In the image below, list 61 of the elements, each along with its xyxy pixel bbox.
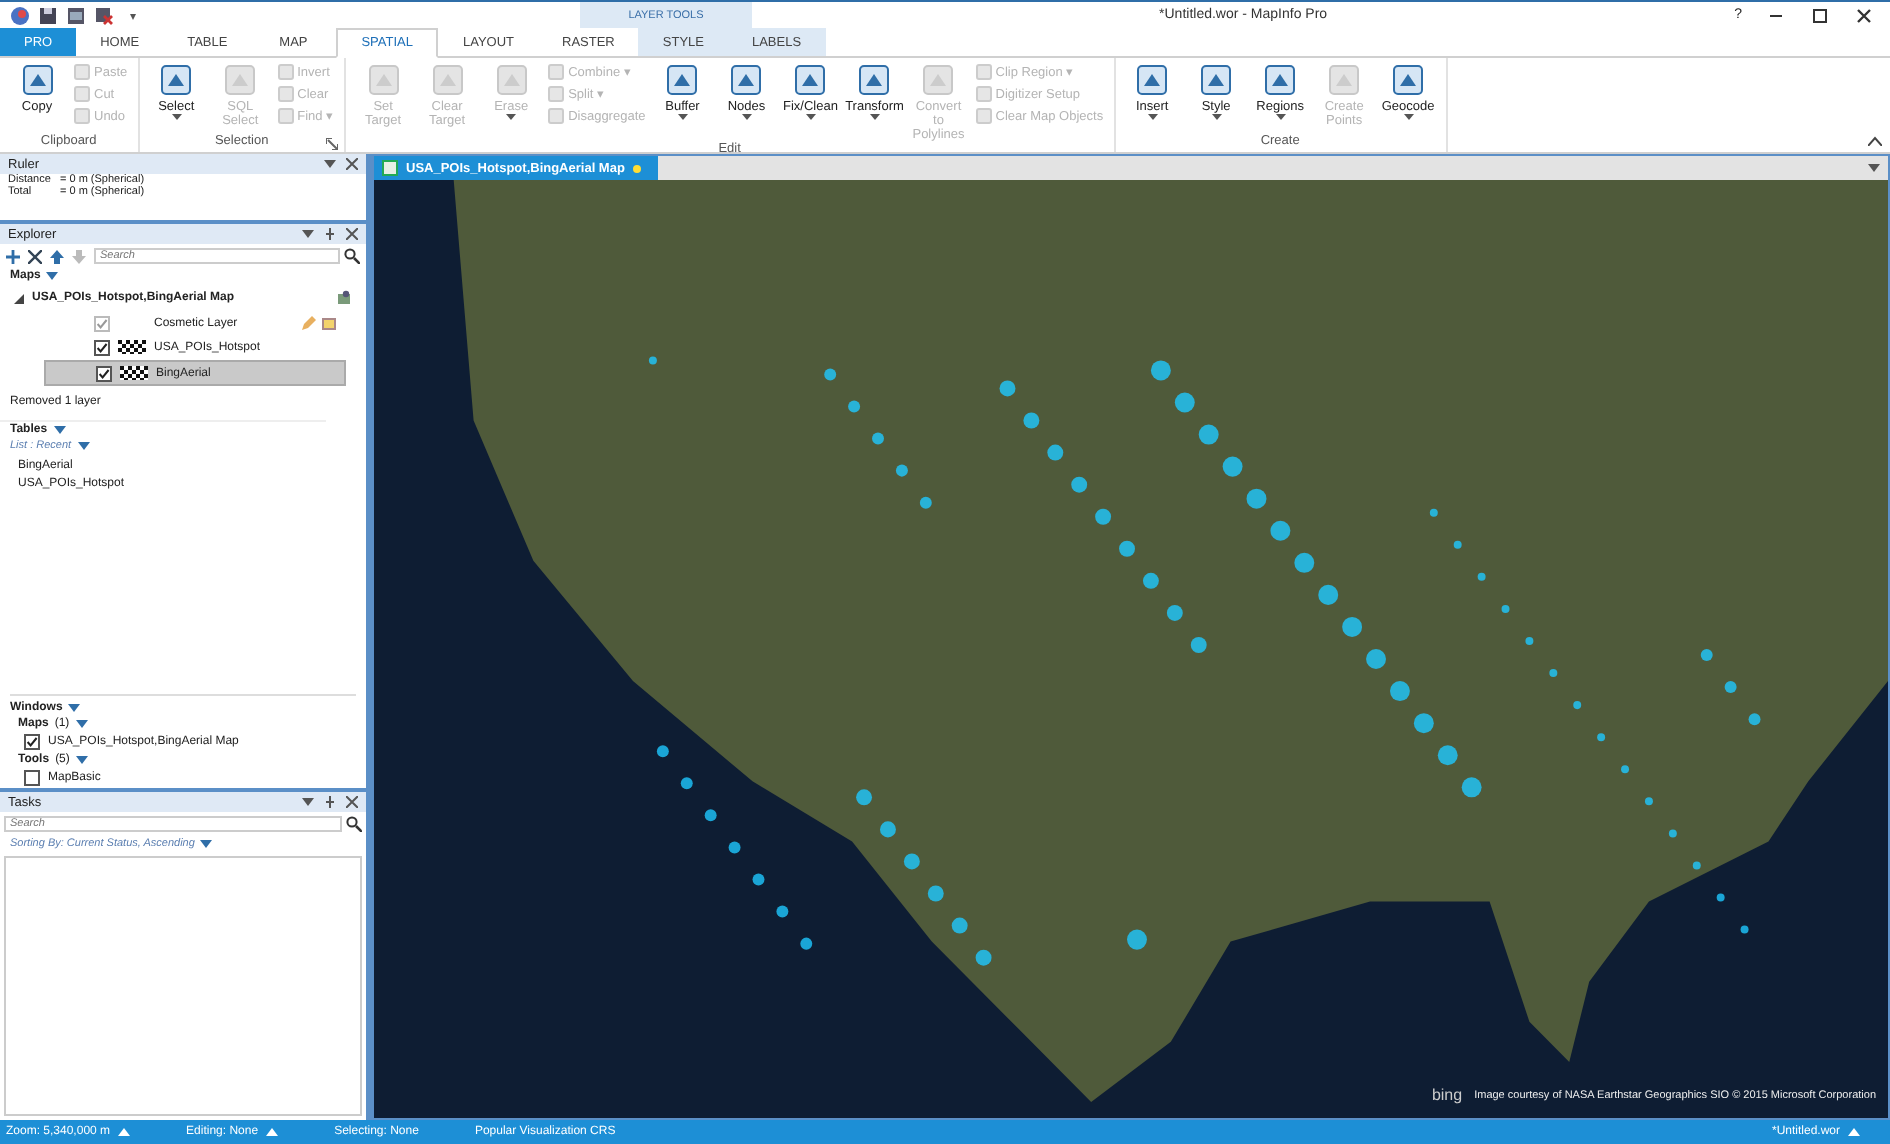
expand-arrow-icon[interactable]: [14, 293, 24, 303]
map-options-icon[interactable]: [336, 290, 352, 306]
close-icon[interactable]: [346, 228, 358, 240]
tool-icon: [728, 62, 765, 98]
close-icon[interactable]: [346, 796, 358, 808]
caret-icon[interactable]: [46, 272, 59, 280]
maximize-icon[interactable]: [1810, 5, 1830, 25]
close-window-icon[interactable]: [94, 5, 114, 25]
tool-icon: [664, 62, 701, 98]
caret-up-icon[interactable]: [118, 1128, 131, 1136]
search-icon: [344, 248, 360, 264]
checkbox[interactable]: [24, 770, 40, 786]
caret-icon: [1275, 114, 1286, 120]
checkered-layer-icon: [120, 366, 148, 380]
tool-icon: [1134, 62, 1171, 98]
window-icon[interactable]: [66, 5, 86, 25]
add-icon[interactable]: [6, 249, 20, 263]
label-icon[interactable]: [322, 315, 338, 331]
up-arrow-icon[interactable]: [50, 249, 64, 263]
caret-icon: [1403, 114, 1414, 120]
close-icon[interactable]: [346, 158, 358, 170]
dropdown-icon[interactable]: [302, 230, 314, 238]
tool-icon: [856, 62, 893, 98]
caret-icon[interactable]: [200, 840, 213, 848]
caret-icon: [1147, 114, 1158, 120]
caret-up-icon[interactable]: [1848, 1128, 1860, 1136]
dropdown-icon[interactable]: [302, 798, 314, 806]
close-icon[interactable]: [1854, 5, 1874, 25]
checkbox[interactable]: [94, 315, 110, 331]
caret-icon: [171, 114, 182, 120]
checkbox[interactable]: [24, 734, 40, 750]
map-window-icon: [382, 160, 398, 176]
caret-icon: [677, 114, 688, 120]
collapse-ribbon-icon[interactable]: [1868, 136, 1882, 146]
checkered-layer-icon: [118, 340, 146, 354]
caret-icon[interactable]: [75, 756, 88, 764]
tool-icon: [792, 62, 829, 98]
caret-icon: [1211, 114, 1222, 120]
tool-icon: [1390, 62, 1427, 98]
tool-icon: [19, 62, 55, 98]
dialog-launcher-icon[interactable]: [326, 138, 339, 150]
dropdown-icon[interactable]: [1868, 164, 1880, 172]
search-icon: [346, 816, 362, 832]
caret-icon: [869, 114, 880, 120]
pin-icon[interactable]: [324, 228, 336, 240]
map-provider-logo: bing: [1431, 1086, 1463, 1104]
save-icon[interactable]: [38, 5, 58, 25]
pin-icon[interactable]: [324, 796, 336, 808]
pin-dot-icon[interactable]: [632, 163, 643, 173]
dropdown-icon[interactable]: [324, 160, 336, 168]
app-logo-icon: [10, 5, 30, 25]
checkbox[interactable]: [96, 365, 112, 381]
caret-icon: [506, 114, 517, 120]
tool-icon: [1198, 62, 1235, 98]
tool-icon: [158, 62, 195, 98]
caret-up-icon[interactable]: [266, 1128, 279, 1136]
tool-icon: [1262, 62, 1299, 98]
checkbox[interactable]: [94, 339, 110, 355]
caret-icon: [741, 114, 752, 120]
remove-icon[interactable]: [28, 249, 42, 263]
caret-icon: [805, 114, 816, 120]
